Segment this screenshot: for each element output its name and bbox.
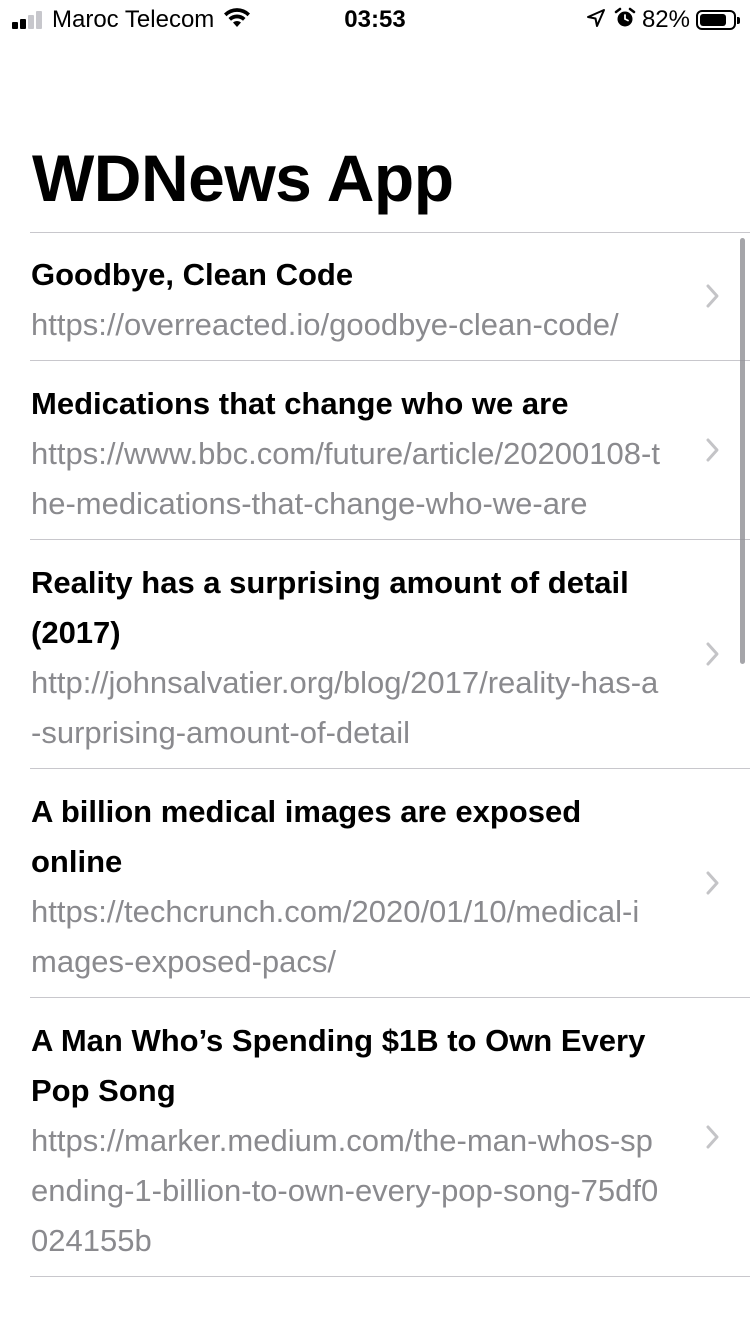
chevron-right-icon xyxy=(706,284,719,308)
article-url: https://techcrunch.com/2020/01/10/medica… xyxy=(31,894,640,979)
article-url: https://marker.medium.com/the-man-whos-s… xyxy=(31,1123,659,1258)
alarm-icon xyxy=(614,7,636,34)
article-url: https://www.bbc.com/future/article/20200… xyxy=(31,436,660,521)
chevron-right-icon xyxy=(706,871,719,895)
chevron-right-icon xyxy=(706,642,719,666)
list-item[interactable]: Medications that change who we are https:… xyxy=(0,361,750,540)
article-url: http://johnsalvatier.org/blog/2017/reali… xyxy=(31,665,659,750)
battery-icon xyxy=(696,10,740,30)
list-item[interactable]: A billion medical images are exposed onl… xyxy=(0,769,750,998)
article-title: A billion medical images are exposed onl… xyxy=(31,794,582,879)
location-arrow-icon xyxy=(586,8,606,33)
article-title: Reality has a surprising amount of detai… xyxy=(31,565,629,650)
scrollbar[interactable] xyxy=(740,238,745,664)
article-title: A Man Who’s Spending $1B to Own Every Po… xyxy=(31,1023,646,1108)
article-title: Goodbye, Clean Code xyxy=(31,257,354,292)
status-bar-right: 82% xyxy=(586,6,740,34)
battery-level xyxy=(700,14,727,26)
list-item[interactable]: A Man Who’s Spending $1B to Own Every Po… xyxy=(0,998,750,1277)
chevron-right-icon xyxy=(706,1125,719,1149)
list-item[interactable]: Reality has a surprising amount of detai… xyxy=(0,540,750,769)
list-item[interactable]: Goodbye, Clean Code https://overreacted.i… xyxy=(0,232,750,361)
status-bar: Maroc Telecom 03:53 82% xyxy=(0,0,750,40)
article-list[interactable]: Goodbye, Clean Code https://overreacted.i… xyxy=(0,232,750,1334)
divider-inset xyxy=(0,1276,30,1277)
chevron-right-icon xyxy=(706,438,719,462)
article-url: https://overreacted.io/goodbye-clean-cod… xyxy=(31,307,619,342)
article-title: Medications that change who we are xyxy=(31,386,569,421)
page-title: WDNews App xyxy=(32,141,454,215)
battery-percent: 82% xyxy=(641,6,690,33)
